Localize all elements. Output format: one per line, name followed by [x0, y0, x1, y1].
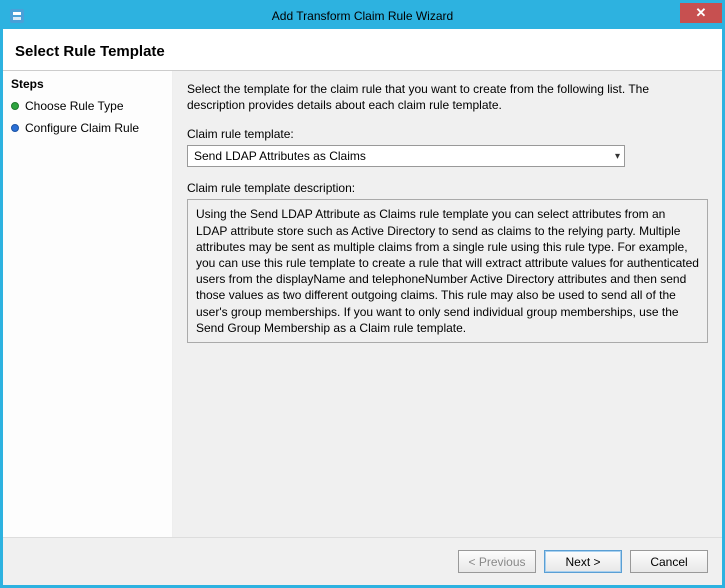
wizard-window: Add Transform Claim Rule Wizard ✕ Select…	[0, 0, 725, 588]
page-title: Select Rule Template	[15, 43, 710, 60]
main-panel: Select the template for the claim rule t…	[173, 71, 722, 537]
chevron-down-icon: ▾	[615, 151, 620, 162]
template-description: Using the Send LDAP Attribute as Claims …	[187, 199, 708, 343]
previous-button: < Previous	[458, 550, 536, 573]
footer: < Previous Next > Cancel	[3, 537, 722, 585]
close-button[interactable]: ✕	[680, 3, 722, 23]
cancel-button[interactable]: Cancel	[630, 550, 708, 573]
dropdown-selected: Send LDAP Attributes as Claims	[194, 149, 366, 163]
step-label: Choose Rule Type	[25, 99, 124, 113]
step-done-icon	[11, 102, 19, 110]
steps-sidebar: Steps Choose Rule Type Configure Claim R…	[3, 71, 173, 537]
template-label: Claim rule template:	[187, 127, 708, 141]
intro-text: Select the template for the claim rule t…	[187, 81, 708, 113]
page-header: Select Rule Template	[3, 29, 722, 70]
window-title: Add Transform Claim Rule Wizard	[3, 9, 722, 23]
step-configure-claim-rule[interactable]: Configure Claim Rule	[3, 117, 172, 139]
description-label: Claim rule template description:	[187, 181, 708, 195]
claim-rule-template-dropdown[interactable]: Send LDAP Attributes as Claims ▾	[187, 145, 625, 167]
steps-header: Steps	[3, 71, 172, 95]
next-button[interactable]: Next >	[544, 550, 622, 573]
body: Steps Choose Rule Type Configure Claim R…	[3, 71, 722, 537]
titlebar: Add Transform Claim Rule Wizard ✕	[3, 3, 722, 29]
app-icon	[9, 8, 25, 24]
step-label: Configure Claim Rule	[25, 121, 139, 135]
close-icon: ✕	[696, 5, 707, 21]
step-current-icon	[11, 124, 19, 132]
step-choose-rule-type[interactable]: Choose Rule Type	[3, 95, 172, 117]
